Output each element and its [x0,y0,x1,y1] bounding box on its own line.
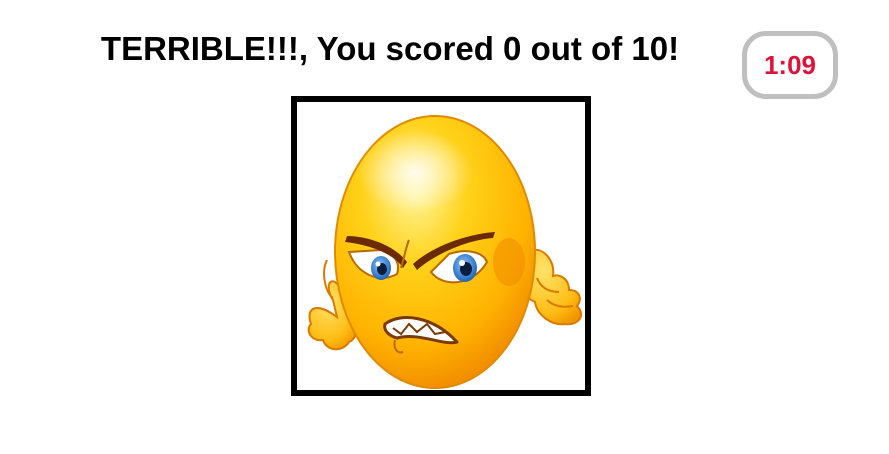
angry-emoji-icon [307,115,583,389]
game-result-screen: TERRIBLE!!!, You scored 0 out of 10! 1:0… [0,0,889,454]
countdown-timer: 1:09 [742,31,838,99]
score-message: TERRIBLE!!!, You scored 0 out of 10! [100,30,680,67]
result-image-frame [291,96,591,396]
